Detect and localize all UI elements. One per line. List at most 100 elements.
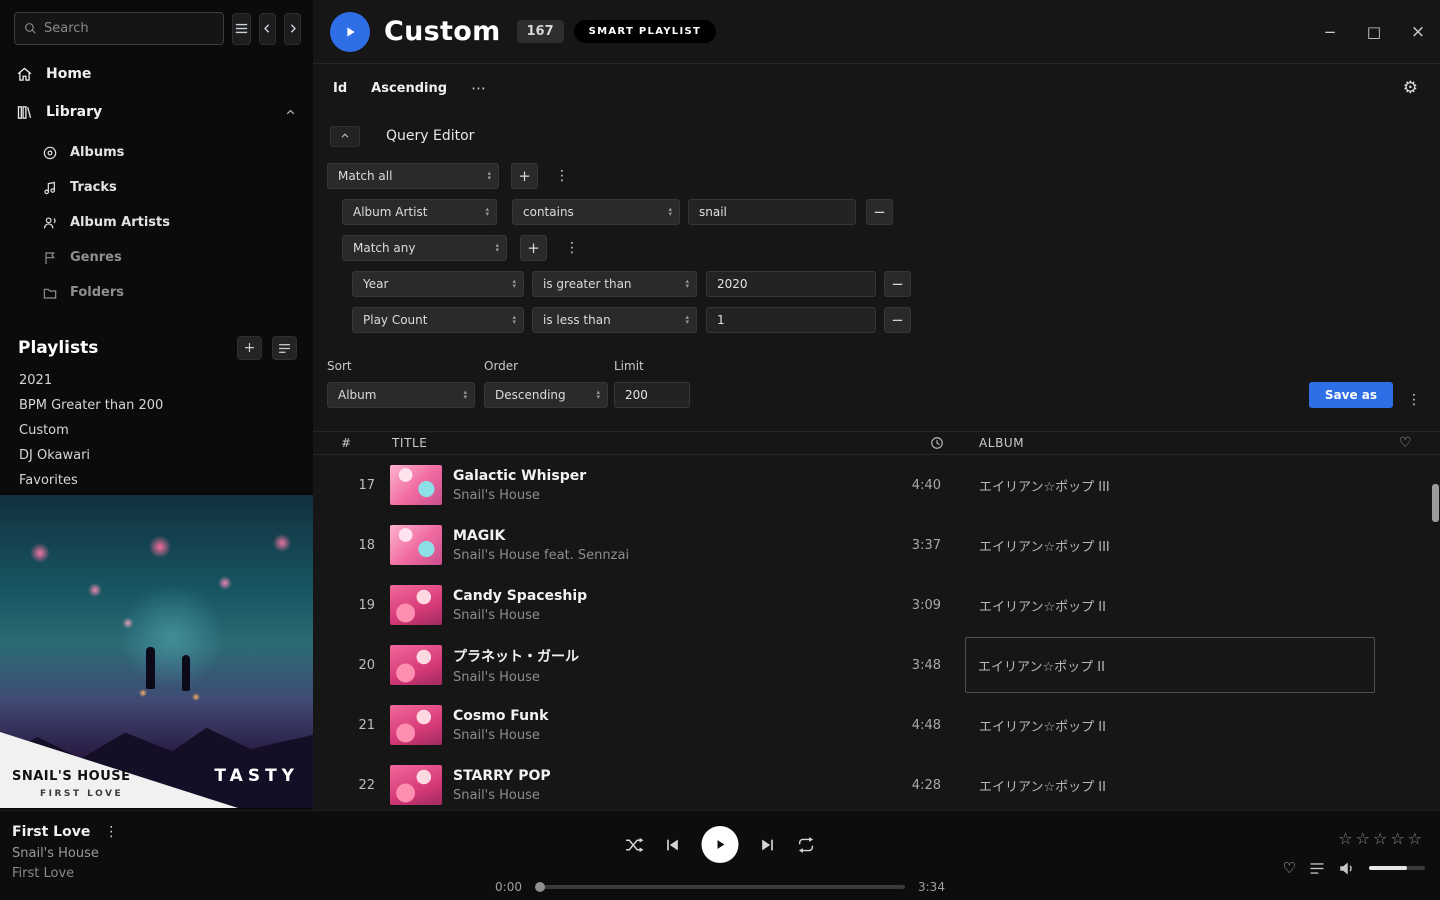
rule-operator-select[interactable]: contains [512, 199, 680, 225]
query-rule-row: Year is greater than − [352, 271, 1440, 297]
heart-column-icon[interactable]: ♡ [1399, 435, 1440, 451]
remove-rule-button[interactable]: − [884, 307, 911, 333]
order-select[interactable]: Descending [484, 382, 608, 408]
previous-button[interactable] [665, 837, 681, 853]
library-sublist: Albums Tracks Album Artists Genres [0, 135, 313, 310]
now-playing-menu-icon[interactable]: ⋮ [104, 824, 118, 840]
table-row[interactable]: 18 MAGIK Snail's House feat. Sennzai 3:3… [313, 515, 1440, 575]
queue-button[interactable] [1309, 862, 1325, 875]
table-row[interactable]: 17 Galactic Whisper Snail's House 4:40 エ… [313, 455, 1440, 515]
close-icon: × [1411, 22, 1425, 42]
playlist-item-2021[interactable]: 2021 [0, 368, 313, 393]
track-artist: Snail's House [453, 488, 586, 503]
remove-rule-button[interactable]: − [866, 199, 893, 225]
sidebar-item-library[interactable]: Library [0, 93, 313, 131]
remove-rule-button[interactable]: − [884, 271, 911, 297]
close-button[interactable]: × [1396, 0, 1440, 64]
rule-field-select[interactable]: Play Count [352, 307, 524, 333]
column-album[interactable]: ALBUM [979, 436, 1399, 450]
rule-menu-icon[interactable]: ⋮ [550, 168, 574, 184]
column-title[interactable]: TITLE [379, 436, 895, 450]
track-album-focused[interactable]: エイリアン☆ポップ II [965, 637, 1375, 693]
play-playlist-button[interactable] [330, 12, 370, 52]
sort-order-limit-row: Sort Album Order Descending Limit Save a… [327, 359, 1426, 408]
search-input[interactable] [44, 21, 214, 36]
scrollbar-thumb[interactable] [1432, 484, 1439, 522]
next-button[interactable] [760, 837, 776, 853]
sidebar-item-genres[interactable]: Genres [0, 240, 313, 275]
table-row[interactable]: 19 Candy Spaceship Snail's House 3:09 エイ… [313, 575, 1440, 635]
sidebar-item-tracks[interactable]: Tracks [0, 170, 313, 205]
minimize-button[interactable]: − [1308, 0, 1352, 64]
playlist-item-dj-okawari[interactable]: DJ Okawari [0, 443, 313, 468]
repeat-button[interactable] [797, 836, 816, 854]
rule-value-input[interactable] [688, 199, 856, 225]
track-title: STARRY POP [453, 768, 551, 784]
rule-field-select[interactable]: Year [352, 271, 524, 297]
rule-operator-select[interactable]: is less than [532, 307, 697, 333]
sort-field-button[interactable]: Id [333, 81, 347, 96]
smart-playlist-badge: SMART PLAYLIST [574, 20, 717, 43]
shuffle-button[interactable] [625, 837, 644, 853]
playlist-item-favorites[interactable]: Favorites [0, 468, 313, 493]
add-rule-button[interactable]: + [511, 163, 538, 189]
add-group-rule-button[interactable]: + [520, 235, 547, 261]
match-any-select[interactable]: Match any [342, 235, 507, 261]
column-duration[interactable] [895, 436, 979, 450]
seek-bar[interactable] [535, 885, 905, 889]
volume-slider[interactable] [1369, 866, 1425, 870]
more-options-icon[interactable]: ⋯ [471, 79, 487, 97]
add-playlist-button[interactable]: + [237, 336, 262, 360]
repeat-icon [797, 836, 816, 854]
star-rating[interactable]: ☆☆☆☆☆ [1338, 829, 1425, 848]
rule-value-input[interactable] [706, 307, 876, 333]
sidebar-item-label: Genres [70, 250, 122, 265]
sort-label: Sort [327, 359, 475, 373]
track-title: Cosmo Funk [453, 708, 548, 724]
volume-button[interactable] [1338, 860, 1356, 877]
save-as-button[interactable]: Save as [1309, 382, 1393, 408]
maximize-button[interactable]: □ [1352, 0, 1396, 64]
track-art [390, 645, 442, 685]
sort-direction-button[interactable]: Ascending [371, 81, 447, 96]
favorite-heart-icon[interactable]: ♡ [1283, 859, 1296, 877]
playlist-item-custom[interactable]: Custom [0, 418, 313, 443]
chevron-up-icon[interactable] [284, 106, 297, 119]
volume-fill [1369, 866, 1407, 870]
save-menu-icon[interactable]: ⋮ [1402, 392, 1426, 408]
limit-input[interactable] [614, 382, 690, 408]
track-art [390, 705, 442, 745]
rule-field-select[interactable]: Album Artist [342, 199, 497, 225]
column-number[interactable]: # [313, 436, 379, 450]
match-all-select[interactable]: Match all [327, 163, 499, 189]
back-button[interactable] [259, 13, 276, 45]
sort-select[interactable]: Album [327, 382, 475, 408]
rule-value-input[interactable] [706, 271, 876, 297]
chevron-up-icon [339, 130, 351, 142]
sidebar-item-home[interactable]: Home [0, 55, 313, 93]
forward-button[interactable] [284, 13, 301, 45]
sidebar-item-album-artists[interactable]: Album Artists [0, 205, 313, 240]
table-row[interactable]: 22 STARRY POP Snail's House 4:28 エイリアン☆ポ… [313, 755, 1440, 815]
select-arrows-icon [487, 171, 491, 182]
playlist-list-button[interactable] [272, 336, 297, 360]
group-menu-icon[interactable]: ⋮ [560, 240, 584, 256]
menu-button[interactable] [232, 13, 251, 45]
gear-icon[interactable]: ⚙ [1403, 78, 1418, 98]
sidebar-item-folders[interactable]: Folders [0, 275, 313, 310]
table-row[interactable]: 20 プラネット・ガール Snail's House 3:48 エイリアン☆ポッ… [313, 635, 1440, 695]
seek-handle[interactable] [535, 882, 545, 892]
sidebar-item-albums[interactable]: Albums [0, 135, 313, 170]
rule-operator-select[interactable]: is greater than [532, 271, 697, 297]
sort-field: Sort Album [327, 359, 475, 408]
playlist-item-bpm[interactable]: BPM Greater than 200 [0, 393, 313, 418]
search-box[interactable] [14, 12, 224, 45]
library-icon [16, 104, 33, 121]
collapse-query-editor-button[interactable] [330, 126, 360, 147]
table-row[interactable]: 21 Cosmo Funk Snail's House 4:48 エイリアン☆ポ… [313, 695, 1440, 755]
now-playing-cover-art: SNAIL'S HOUSE FIRST LOVE TASTY [0, 495, 313, 808]
track-table: # TITLE ALBUM ♡ 17 Galactic Whisper Snai… [313, 431, 1440, 815]
play-pause-button[interactable] [702, 826, 739, 863]
player-extras: ♡ [1283, 859, 1425, 877]
progress-section: 0:00 3:34 [495, 880, 945, 894]
